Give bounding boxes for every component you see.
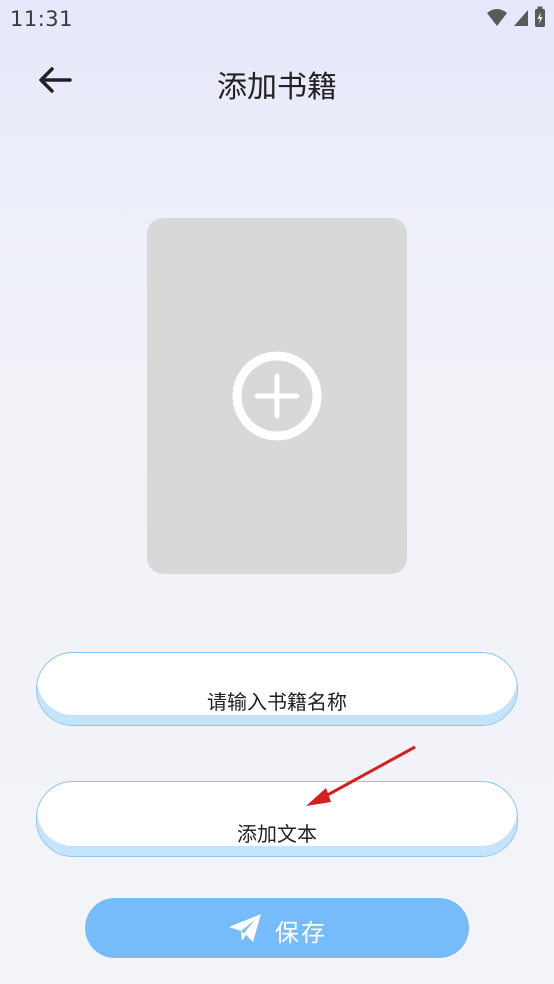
save-label: 保存	[275, 919, 327, 947]
battery-icon	[535, 6, 545, 27]
book-name-placeholder: 请输入书籍名称	[207, 690, 347, 714]
save-button[interactable]: 保存	[85, 898, 469, 958]
add-circle-icon	[232, 351, 322, 441]
status-icons	[486, 6, 546, 28]
add-text-label: 添加文本	[237, 822, 317, 846]
page-title: 添加书籍	[217, 70, 337, 105]
signal-icon	[514, 10, 528, 26]
paper-plane-icon	[229, 914, 261, 942]
status-time: 11:31	[10, 7, 74, 31]
book-name-input[interactable]: 请输入书籍名称	[36, 652, 518, 726]
wifi-icon	[487, 9, 507, 26]
status-bar: 11:31	[0, 0, 554, 38]
book-cover-upload[interactable]	[147, 218, 407, 574]
header: 添加书籍	[0, 48, 554, 114]
add-text-button[interactable]: 添加文本	[36, 781, 518, 857]
